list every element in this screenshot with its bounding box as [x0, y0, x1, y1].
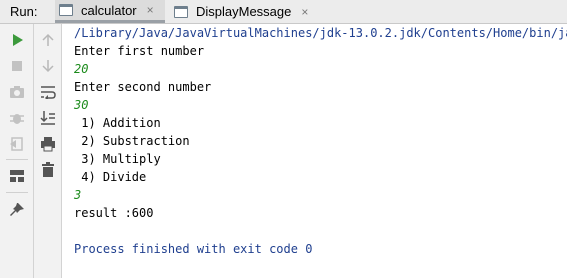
print-icon[interactable]	[38, 134, 58, 154]
toolbar-separator	[6, 192, 28, 193]
run-toolbar-right	[34, 24, 62, 278]
run-tab-bar: Run: calculator × DisplayMessage ×	[0, 0, 567, 24]
run-config-icon	[59, 4, 73, 16]
stop-icon[interactable]	[7, 56, 27, 76]
close-icon[interactable]: ×	[147, 3, 154, 17]
console-line: 3) Multiply	[74, 152, 161, 166]
close-icon[interactable]: ×	[301, 5, 308, 19]
bug-icon[interactable]	[7, 108, 27, 128]
console-output[interactable]: /Library/Java/JavaVirtualMachines/jdk-13…	[62, 24, 567, 278]
console-line: result :600	[74, 206, 154, 220]
tab-displaymessage[interactable]: DisplayMessage ×	[170, 0, 340, 23]
run-icon[interactable]	[7, 30, 27, 50]
pin-icon[interactable]	[7, 200, 27, 220]
soft-wrap-icon[interactable]	[38, 82, 58, 102]
camera-icon[interactable]	[7, 82, 27, 102]
tab-label: calculator	[81, 2, 137, 18]
layout-icon[interactable]	[7, 166, 27, 186]
run-config-icon	[174, 5, 188, 18]
down-arrow-icon[interactable]	[38, 56, 58, 76]
tab-label: DisplayMessage	[196, 4, 292, 19]
trash-icon[interactable]	[38, 160, 58, 180]
scroll-to-end-icon[interactable]	[38, 108, 58, 128]
toolbar-separator	[6, 159, 28, 160]
console-input-line: 30	[74, 98, 89, 112]
console-input-line: 20	[74, 62, 89, 76]
run-toolbar-left	[0, 24, 34, 278]
console-line: 4) Divide	[74, 170, 147, 184]
console-line: Process finished with exit code 0	[74, 242, 313, 256]
run-label: Run:	[10, 4, 38, 19]
up-arrow-icon[interactable]	[38, 30, 58, 50]
console-line: /Library/Java/JavaVirtualMachines/jdk-13…	[74, 26, 567, 40]
tab-calculator[interactable]: calculator ×	[55, 0, 165, 23]
console-line: Enter first number	[74, 44, 205, 58]
console-line: 1) Addition	[74, 116, 161, 130]
console-line: Enter second number	[74, 80, 212, 94]
console-line: 2) Substraction	[74, 134, 190, 148]
exit-icon[interactable]	[7, 134, 27, 154]
console-input-line: 3	[74, 188, 82, 202]
